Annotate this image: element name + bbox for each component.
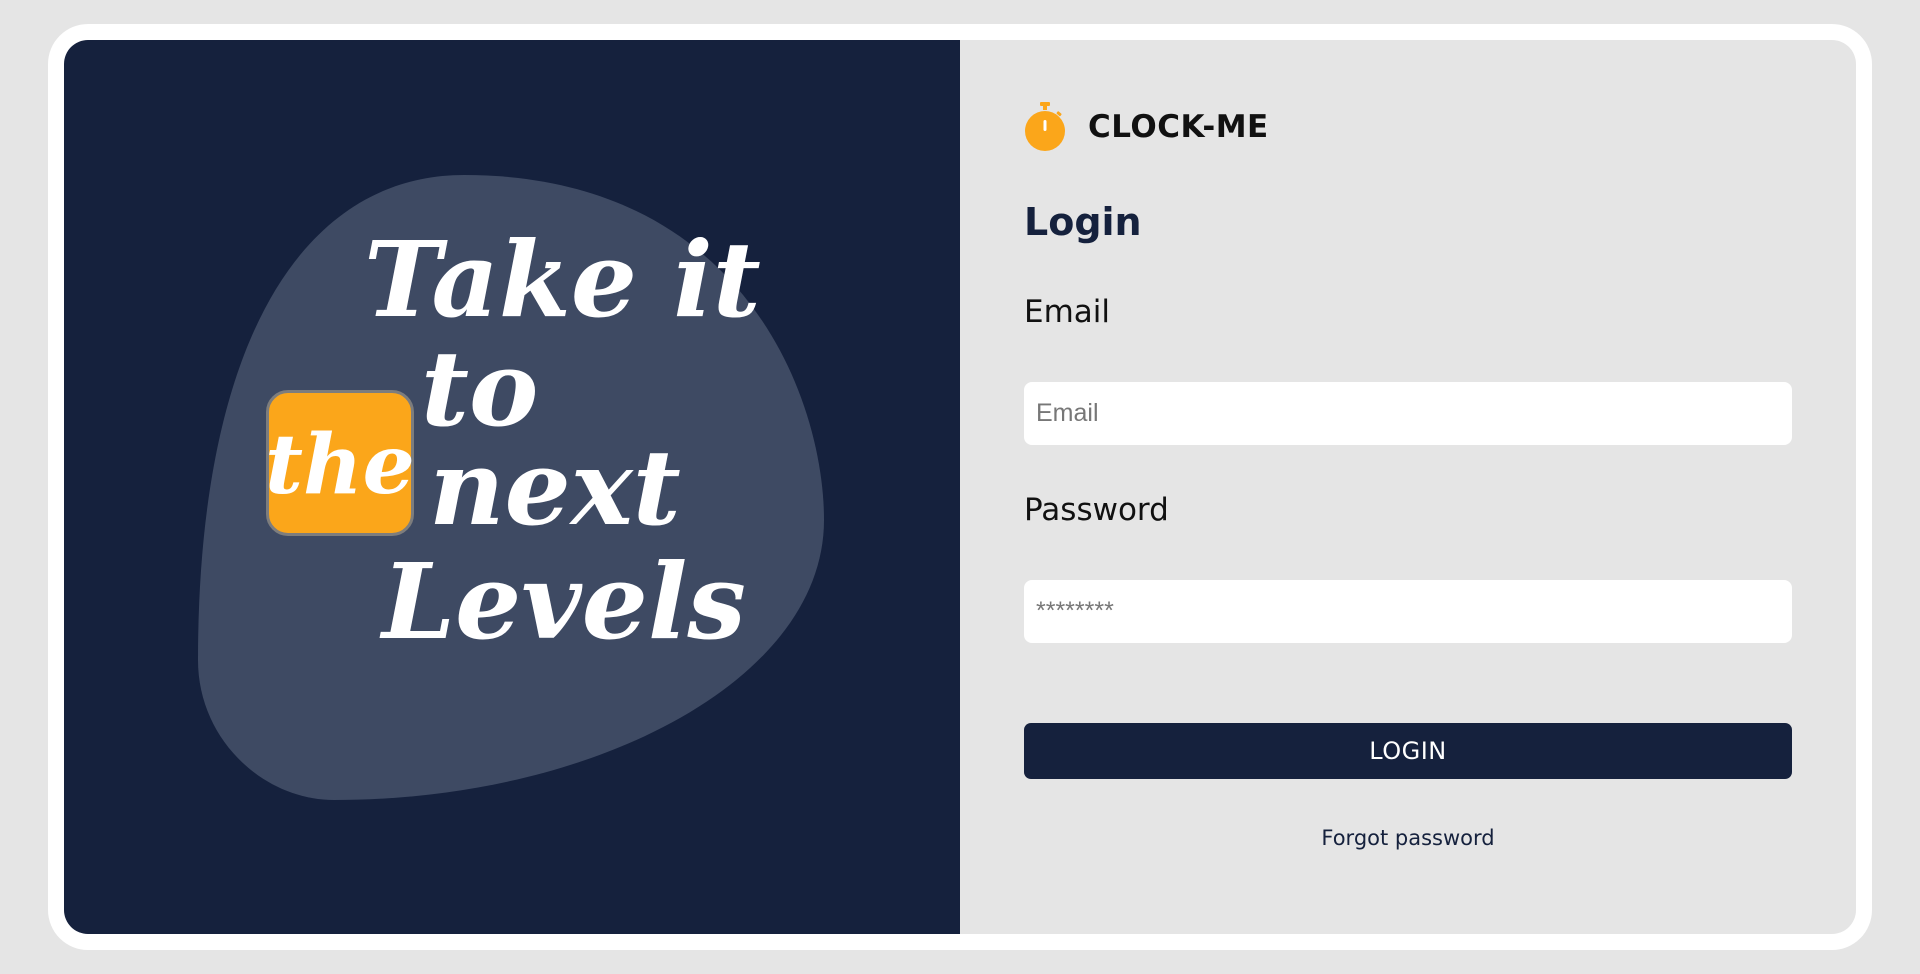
hero-slogan-line-4: Levels — [382, 540, 746, 663]
hero-panel: Take it to the next Levels — [64, 40, 960, 934]
email-input[interactable] — [1024, 382, 1792, 445]
login-panel: CLOCK-ME Login Email Password LOGIN Forg… — [960, 40, 1856, 934]
hero-highlight-badge: the — [265, 390, 415, 536]
login-card: Take it to the next Levels CLOCK-ME Logi… — [64, 40, 1856, 934]
brand-name: CLOCK-ME — [1088, 109, 1269, 145]
password-label: Password — [1024, 492, 1169, 528]
page-title: Login — [1024, 200, 1142, 244]
email-label: Email — [1024, 294, 1111, 330]
login-button[interactable]: LOGIN — [1024, 723, 1792, 779]
hero-slogan-line-3: next — [429, 426, 681, 549]
hero-slogan-line-1: Take it — [364, 218, 761, 341]
brand: CLOCK-ME — [1024, 102, 1269, 152]
hero-highlight-word: the — [265, 417, 415, 513]
password-input[interactable] — [1024, 580, 1792, 643]
forgot-password-link[interactable]: Forgot password — [1024, 826, 1792, 850]
stopwatch-icon — [1025, 102, 1065, 151]
